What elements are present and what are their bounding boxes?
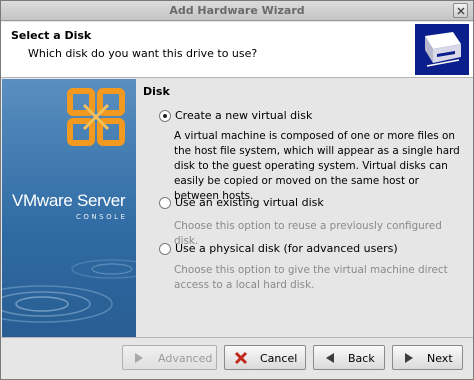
- next-button[interactable]: Next: [392, 345, 463, 370]
- close-window-button[interactable]: [453, 3, 468, 18]
- disk-section-label: Disk: [143, 85, 170, 98]
- advanced-label: Advanced: [158, 352, 213, 365]
- next-label: Next: [427, 352, 453, 365]
- back-label: Back: [348, 352, 375, 365]
- option-description: A virtual machine is composed of one or …: [174, 130, 460, 202]
- window-title: Add Hardware Wizard: [169, 4, 305, 17]
- next-arrow-icon: [405, 353, 413, 363]
- title-bar[interactable]: Add Hardware Wizard: [1, 1, 473, 21]
- wizard-window: Add Hardware Wizard Select a Disk Which …: [0, 0, 474, 380]
- back-arrow-icon: [326, 353, 334, 363]
- advanced-button[interactable]: Advanced: [122, 345, 217, 370]
- back-button[interactable]: Back: [313, 345, 385, 370]
- brand-name: VMware Server: [12, 191, 126, 210]
- radio-use-physical-disk[interactable]: [159, 243, 171, 255]
- hardware-disk-icon: [415, 24, 469, 75]
- brand-subtitle: CONSOLE: [76, 213, 128, 221]
- option-label[interactable]: Create a new virtual disk: [175, 109, 312, 122]
- option-label[interactable]: Use an existing virtual disk: [175, 196, 324, 209]
- play-arrow-icon: [135, 353, 143, 363]
- wizard-header: Select a Disk Which disk do you want thi…: [1, 22, 473, 78]
- cancel-x-icon: [234, 351, 248, 365]
- option-description: Choose this option to give the virtual m…: [174, 264, 448, 291]
- page-title: Select a Disk: [11, 29, 92, 42]
- cancel-label: Cancel: [260, 352, 298, 365]
- cancel-button[interactable]: Cancel: [224, 345, 306, 370]
- footer-divider: [1, 337, 473, 338]
- option-label[interactable]: Use a physical disk (for advanced users): [175, 242, 398, 255]
- radio-create-new-disk[interactable]: [159, 110, 171, 122]
- vmware-logo-icon: [67, 88, 125, 146]
- close-icon: [457, 7, 465, 15]
- radio-use-existing-disk[interactable]: [159, 197, 171, 209]
- page-subtitle: Which disk do you want this drive to use…: [28, 47, 258, 60]
- vmware-banner: VMware Server CONSOLE: [2, 79, 136, 337]
